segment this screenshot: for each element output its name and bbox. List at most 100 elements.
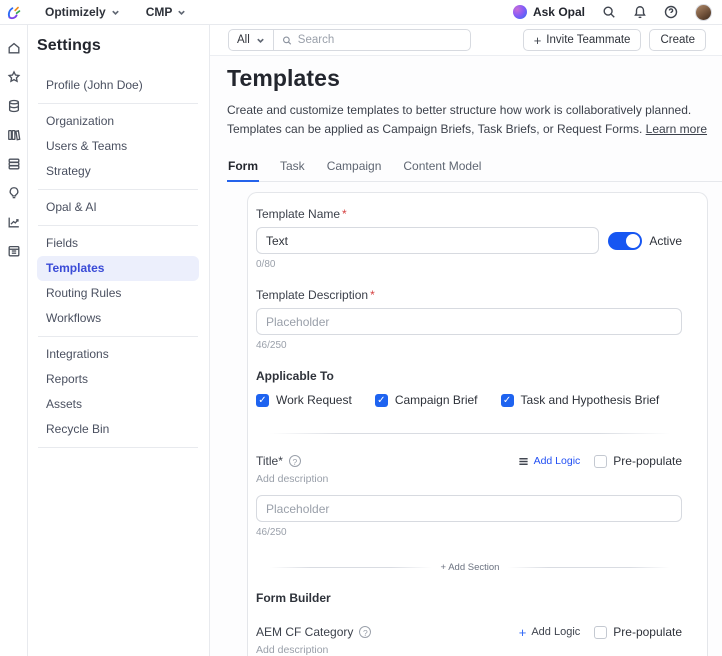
org-switcher-label: Optimizely — [45, 5, 106, 19]
plus-icon: + — [519, 626, 527, 639]
sidebar-divider — [38, 225, 198, 226]
database-icon[interactable] — [7, 99, 21, 113]
form-builder-heading: Form Builder — [256, 591, 682, 605]
checkbox-checked-icon: ✓ — [256, 394, 269, 407]
sidebar-item-profile[interactable]: Profile (John Doe) — [37, 73, 199, 98]
main-header: All + Invite Teammate Create — [210, 25, 722, 56]
sidebar-item-organization[interactable]: Organization — [37, 109, 199, 134]
invite-teammate-button[interactable]: + Invite Teammate — [523, 29, 642, 51]
sidebar-item-opal-ai[interactable]: Opal & AI — [37, 195, 199, 220]
help-icon[interactable]: ? — [289, 455, 301, 467]
title-placeholder-input[interactable] — [256, 495, 682, 522]
sidebar-item-fields[interactable]: Fields — [37, 231, 199, 256]
help-icon[interactable] — [664, 5, 678, 19]
star-icon[interactable] — [7, 70, 21, 84]
checkbox-unchecked-icon — [594, 626, 607, 639]
checkbox-label: Campaign Brief — [395, 393, 478, 407]
aem-add-description-link[interactable]: Add description — [256, 644, 682, 656]
checkbox-checked-icon: ✓ — [375, 394, 388, 407]
search-scope-label: All — [237, 34, 250, 46]
aem-add-logic-button[interactable]: + Add Logic — [519, 626, 581, 639]
create-button[interactable]: Create — [649, 29, 706, 51]
aem-pre-populate-checkbox[interactable]: Pre-populate — [594, 625, 682, 639]
logic-list-icon — [518, 456, 529, 467]
required-asterisk: * — [370, 288, 375, 302]
sidebar-item-strategy[interactable]: Strategy — [37, 159, 199, 184]
template-form-panel: Template Name* Active 0/80 Template Desc… — [247, 192, 708, 656]
sidebar-item-assets[interactable]: Assets — [37, 392, 199, 417]
divider-line — [270, 567, 432, 568]
page-description: Create and customize templates to better… — [227, 101, 708, 139]
calendar-plan-icon[interactable] — [7, 244, 21, 258]
tab-task[interactable]: Task — [279, 155, 306, 181]
analytics-chart-icon[interactable] — [7, 215, 21, 229]
app-switcher-label: CMP — [146, 5, 173, 19]
sidebar-item-templates[interactable]: Templates — [37, 256, 199, 281]
section-divider — [270, 433, 670, 434]
checkbox-task-hypothesis-brief[interactable]: ✓ Task and Hypothesis Brief — [501, 393, 660, 407]
template-description-label-text: Template Description — [256, 288, 368, 302]
sidebar-item-workflows[interactable]: Workflows — [37, 306, 199, 331]
sidebar-item-reports[interactable]: Reports — [37, 367, 199, 392]
search-scope-dropdown[interactable]: All — [229, 30, 274, 50]
lightbulb-icon[interactable] — [7, 186, 21, 200]
add-logic-label: Add Logic — [531, 626, 580, 638]
search-input[interactable] — [298, 34, 462, 46]
template-description-input[interactable] — [256, 308, 682, 335]
sidebar-item-integrations[interactable]: Integrations — [37, 342, 199, 367]
active-toggle[interactable] — [608, 232, 642, 250]
sidebar-divider — [38, 103, 198, 104]
checkbox-work-request[interactable]: ✓ Work Request — [256, 393, 352, 407]
aem-cf-category-label: AEM CF Category ? — [256, 625, 371, 639]
search-icon — [282, 35, 292, 46]
active-toggle-label: Active — [649, 234, 682, 248]
sidebar-divider — [38, 189, 198, 190]
plus-icon: + — [534, 34, 542, 47]
ask-opal-button[interactable]: Ask Opal — [513, 5, 585, 19]
required-asterisk: * — [278, 454, 283, 468]
add-section-row: + Add Section — [270, 562, 670, 573]
archive-stack-icon[interactable] — [7, 157, 21, 171]
template-name-label: Template Name* — [256, 207, 682, 221]
notifications-bell-icon[interactable] — [633, 5, 647, 19]
sidebar-item-users-teams[interactable]: Users & Teams — [37, 134, 199, 159]
chevron-down-icon — [177, 8, 186, 17]
checkbox-label: Work Request — [276, 393, 352, 407]
title-add-logic-button[interactable]: Add Logic — [518, 455, 581, 467]
sidebar-title: Settings — [37, 37, 199, 55]
top-app-bar: Optimizely CMP Ask Opal — [0, 0, 722, 25]
tab-content-model[interactable]: Content Model — [402, 155, 482, 181]
create-label: Create — [660, 34, 695, 46]
checkbox-campaign-brief[interactable]: ✓ Campaign Brief — [375, 393, 478, 407]
help-icon[interactable]: ? — [359, 626, 371, 638]
tab-campaign[interactable]: Campaign — [326, 155, 383, 181]
add-section-button[interactable]: + Add Section — [432, 562, 509, 573]
title-pre-populate-checkbox[interactable]: Pre-populate — [594, 454, 682, 468]
sidebar-item-routing-rules[interactable]: Routing Rules — [37, 281, 199, 306]
ask-opal-label: Ask Opal — [533, 5, 585, 19]
tab-form[interactable]: Form — [227, 155, 259, 182]
divider-line — [508, 567, 670, 568]
search-icon[interactable] — [602, 5, 616, 19]
page-description-text: Create and customize templates to better… — [227, 103, 691, 136]
user-avatar[interactable] — [695, 4, 712, 21]
title-add-description-link[interactable]: Add description — [256, 473, 682, 485]
applicable-to-label: Applicable To — [256, 369, 682, 383]
toggle-knob — [626, 234, 640, 248]
app-icon-rail — [0, 25, 28, 656]
pre-populate-label: Pre-populate — [613, 454, 682, 468]
org-switcher[interactable]: Optimizely — [45, 5, 120, 19]
app-switcher[interactable]: CMP — [146, 5, 187, 19]
chevron-down-icon — [256, 36, 265, 45]
template-name-input[interactable] — [256, 227, 599, 254]
checkbox-label: Task and Hypothesis Brief — [521, 393, 660, 407]
home-icon[interactable] — [7, 41, 21, 55]
title-field-label: Title* ? — [256, 454, 301, 468]
learn-more-link[interactable]: Learn more — [646, 122, 707, 136]
checkbox-checked-icon: ✓ — [501, 394, 514, 407]
global-search-bar: All — [228, 29, 471, 51]
template-description-label: Template Description* — [256, 288, 682, 302]
library-books-icon[interactable] — [7, 128, 21, 142]
sidebar-item-recycle-bin[interactable]: Recycle Bin — [37, 417, 199, 442]
title-field-label-text: Title — [256, 454, 278, 468]
